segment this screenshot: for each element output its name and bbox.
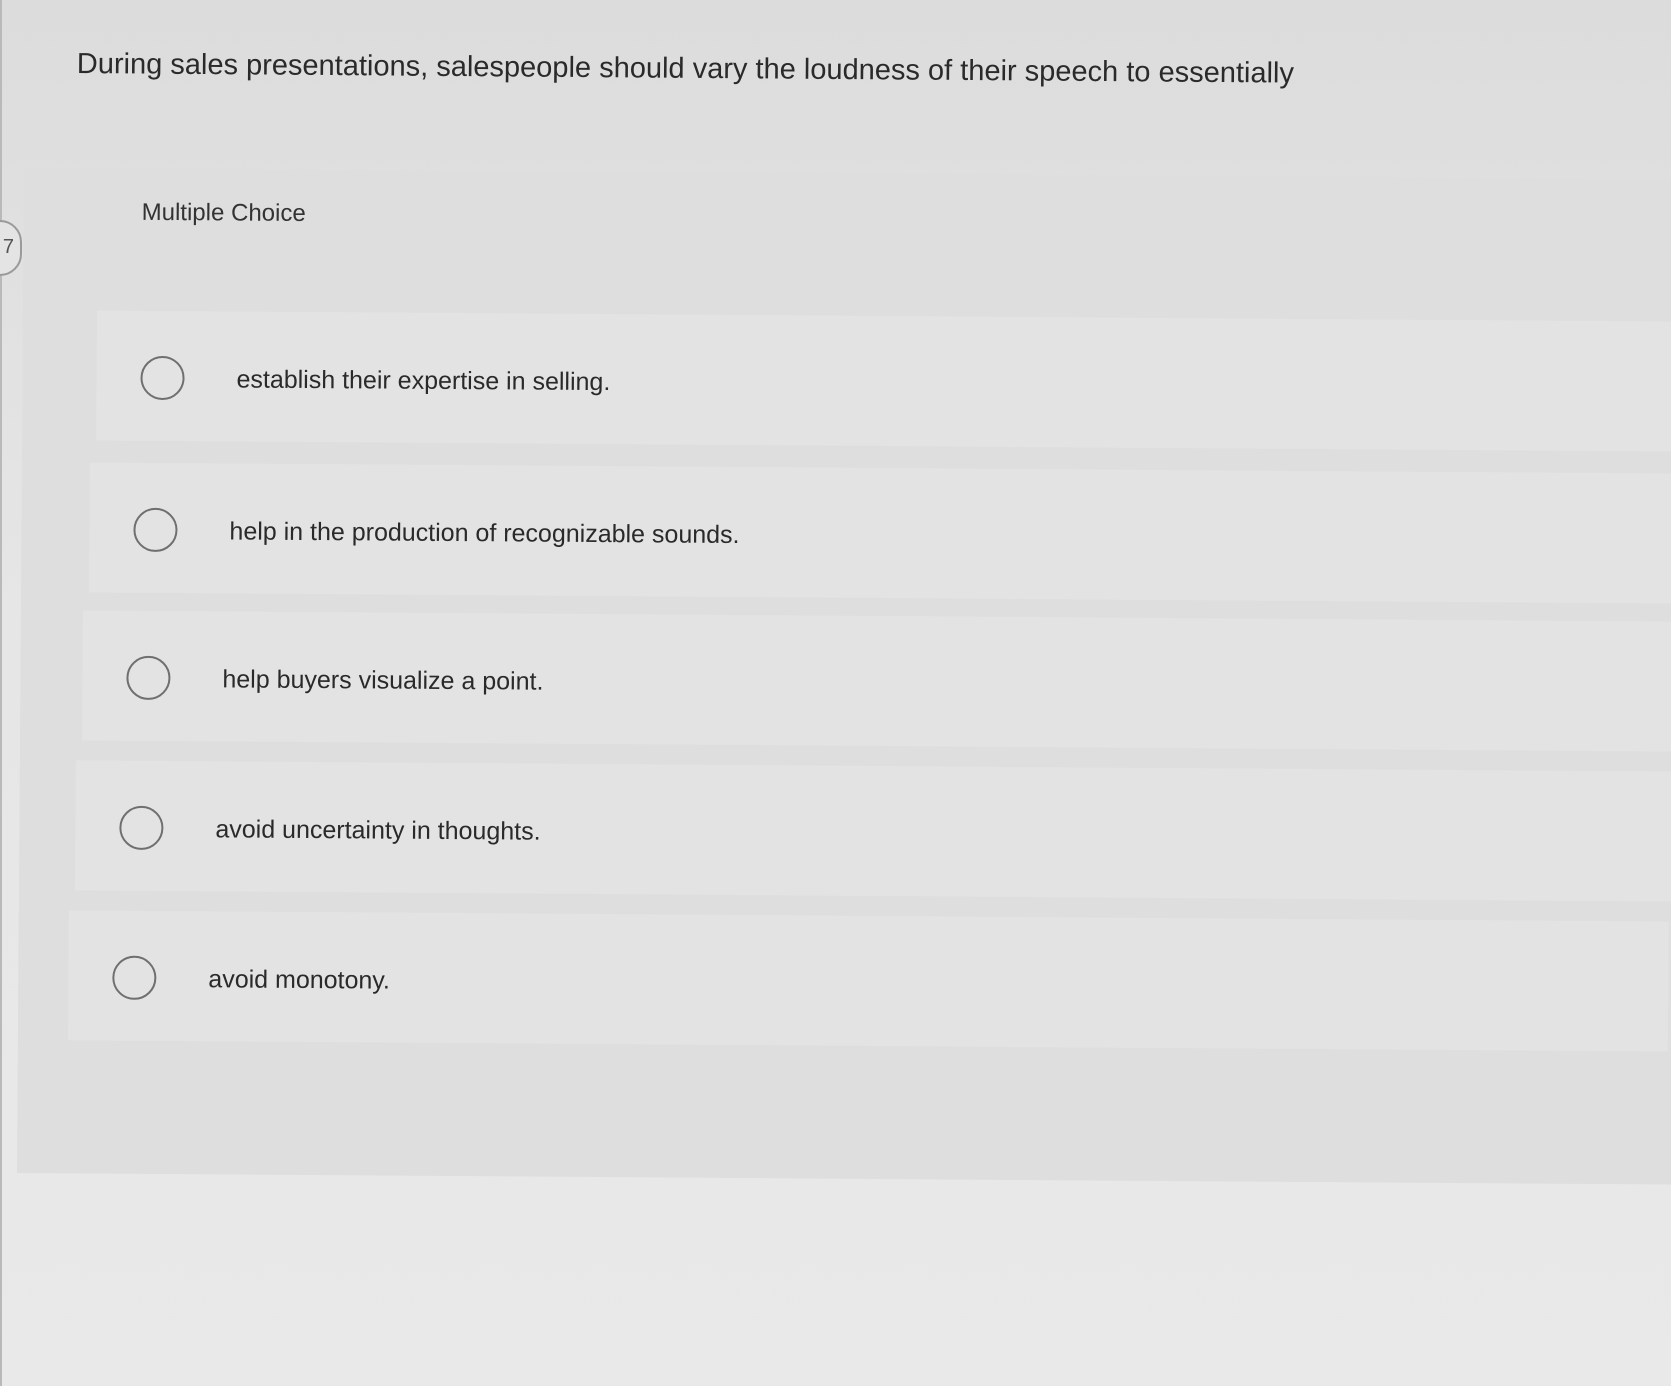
radio-button-5[interactable] [112,955,157,1000]
side-tab-glyph: 7 [2,236,14,258]
radio-button-3[interactable] [126,655,171,701]
option-label-2[interactable]: help in the production of recognizable s… [229,517,739,550]
radio-button-4[interactable] [119,805,164,850]
question-type-label: Multiple Choice [141,198,306,227]
option-label-5[interactable]: avoid monotony. [208,965,390,995]
option-row-5[interactable]: avoid monotony. [67,910,1669,1052]
question-text: During sales presentations, salespeople … [76,47,1295,90]
option-label-4[interactable]: avoid uncertainty in thoughts. [215,815,540,846]
option-label-3[interactable]: help buyers visualize a point. [222,665,543,696]
option-row-3[interactable]: help buyers visualize a point. [82,610,1671,752]
answer-panel: Multiple Choice establish their expertis… [16,168,1671,1185]
radio-button-1[interactable] [140,355,185,401]
option-label-1[interactable]: establish their expertise in selling. [236,365,610,397]
side-nav-tab[interactable]: 7 [0,220,22,276]
radio-button-2[interactable] [133,507,178,553]
page-edge-divider [0,0,2,1386]
option-row-4[interactable]: avoid uncertainty in thoughts. [74,760,1671,902]
option-row-2[interactable]: help in the production of recognizable s… [89,462,1671,604]
option-row-1[interactable]: establish their expertise in selling. [96,310,1671,452]
